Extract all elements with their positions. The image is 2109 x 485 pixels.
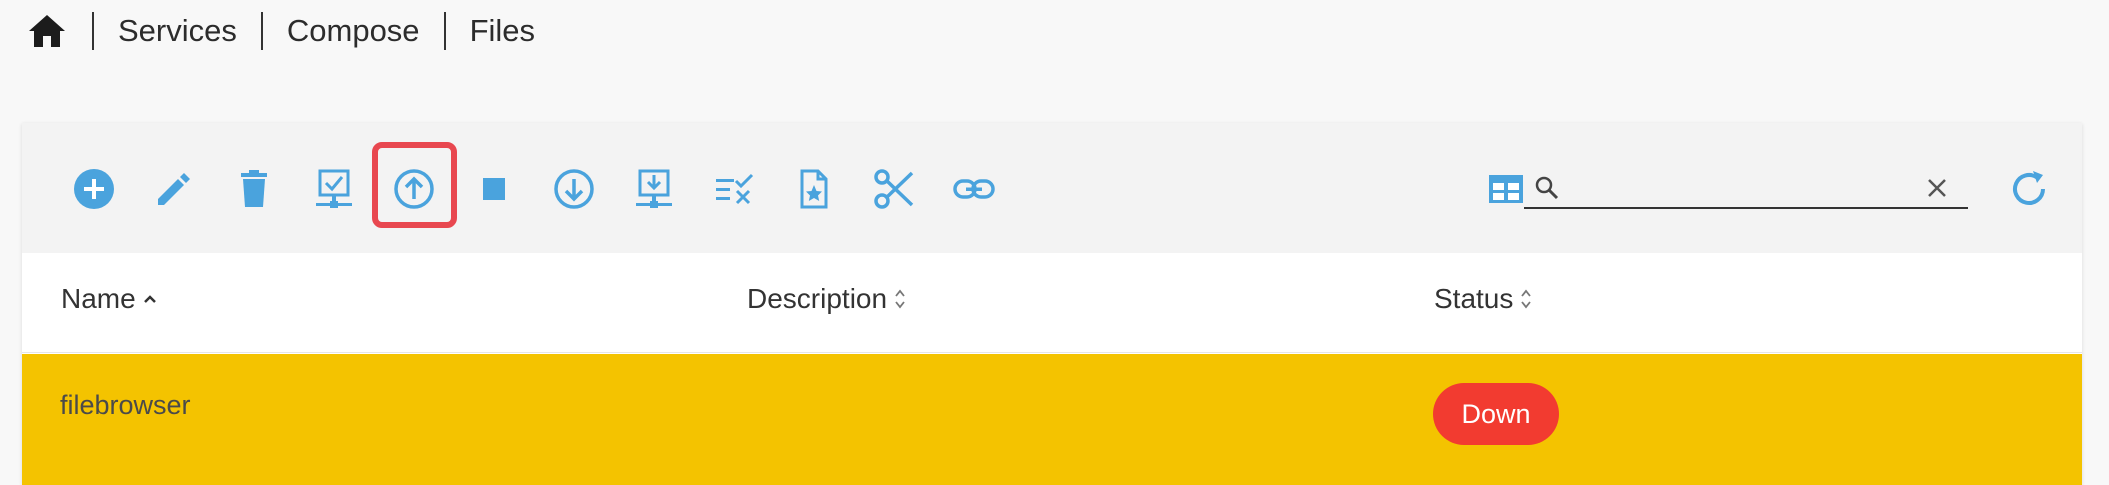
table-view-button[interactable] <box>1482 165 1530 213</box>
edit-button[interactable] <box>150 165 198 213</box>
clear-search-icon[interactable] <box>1924 175 1950 201</box>
monitor-check-icon <box>316 169 352 208</box>
link-button[interactable] <box>950 165 998 213</box>
arrow-down-circle-icon <box>554 169 594 209</box>
refresh-icon <box>2013 171 2045 205</box>
link-icon <box>953 179 995 199</box>
sort-unsorted-icon <box>1521 289 1532 309</box>
table-view-icon <box>1489 175 1523 203</box>
home-icon[interactable] <box>26 10 68 52</box>
breadcrumb-compose[interactable]: Compose <box>287 13 420 49</box>
refresh-button[interactable] <box>2005 165 2053 213</box>
services-panel: Name Description Status filebrowser Down <box>22 123 2082 485</box>
sort-unsorted-icon <box>895 289 905 309</box>
table-header: Name Description Status <box>22 253 2082 353</box>
scissors-icon <box>874 169 914 209</box>
breadcrumb-files: Files <box>469 13 536 48</box>
cut-button[interactable] <box>870 165 918 213</box>
list-check-icon <box>716 173 754 205</box>
file-star-button[interactable] <box>790 165 838 213</box>
column-header-label: Status <box>1434 283 1514 314</box>
sort-ascending-icon <box>143 295 156 303</box>
column-header-status[interactable]: Status <box>1434 283 1533 315</box>
add-button[interactable] <box>70 165 118 213</box>
pencil-icon <box>158 173 190 205</box>
column-header-label: Name <box>61 283 136 314</box>
checklist-button[interactable] <box>710 165 758 213</box>
status-badge: Down <box>1433 383 1559 445</box>
breadcrumb-services[interactable]: Services <box>118 13 237 49</box>
column-header-description[interactable]: Description <box>747 283 907 315</box>
breadcrumb: Services Compose Files <box>26 8 535 54</box>
column-header-name[interactable]: Name <box>61 283 158 315</box>
toolbar <box>22 123 2082 253</box>
table-row[interactable]: filebrowser Down <box>22 354 2082 485</box>
monitor-download-icon <box>636 169 672 208</box>
column-header-label: Description <box>747 283 888 314</box>
breadcrumb-separator <box>260 12 263 50</box>
plus-circle-icon <box>74 169 114 209</box>
search-box <box>1524 167 1968 209</box>
validate-button[interactable] <box>310 165 358 213</box>
stop-square-icon <box>483 178 505 200</box>
highlight-box <box>372 142 457 228</box>
pull-button[interactable] <box>550 165 598 213</box>
breadcrumb-separator <box>443 12 446 50</box>
search-input[interactable] <box>1568 171 1908 203</box>
file-star-icon <box>800 169 828 209</box>
install-button[interactable] <box>630 165 678 213</box>
service-name-cell: filebrowser <box>60 390 191 420</box>
breadcrumb-separator <box>92 12 94 50</box>
search-icon <box>1535 176 1559 200</box>
trash-icon <box>241 170 267 207</box>
delete-button[interactable] <box>230 165 278 213</box>
stop-button[interactable] <box>470 165 518 213</box>
